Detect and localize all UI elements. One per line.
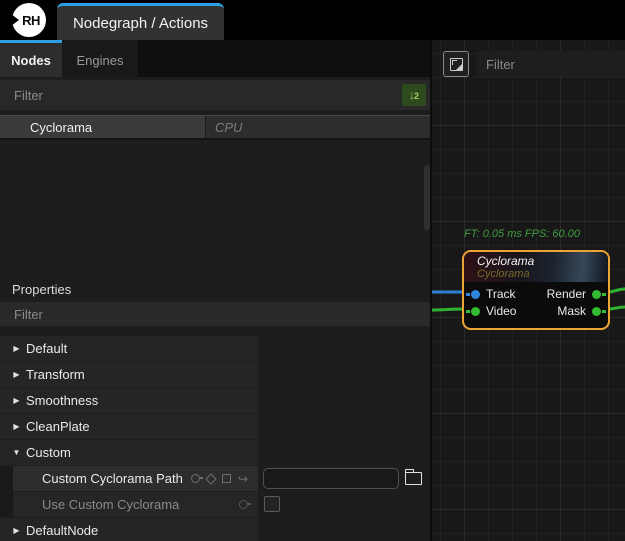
group-label: Custom xyxy=(26,445,71,460)
titlebar: RH Nodegraph / Actions xyxy=(0,0,625,40)
chevron-right-icon[interactable]: ▶ xyxy=(7,526,26,535)
group-value-cell xyxy=(258,518,430,541)
port-label: Render xyxy=(547,287,586,301)
port-label: Mask xyxy=(557,304,586,318)
sort-button[interactable]: ↓ 2 xyxy=(402,84,426,106)
use-custom-cyclorama-checkbox[interactable] xyxy=(264,496,280,512)
properties-filter-input[interactable] xyxy=(0,302,430,326)
fit-view-button[interactable] xyxy=(443,51,469,77)
chevron-right-icon[interactable]: ▶ xyxy=(7,370,26,379)
tab-engines-label: Engines xyxy=(77,53,124,68)
app-logo[interactable]: RH xyxy=(12,3,46,37)
properties-filter-row xyxy=(0,302,430,326)
wire-mask-output[interactable] xyxy=(608,307,625,309)
group-label: Smoothness xyxy=(26,393,98,408)
port-dot-mask[interactable] xyxy=(592,307,601,316)
group-value-cell xyxy=(258,336,430,361)
group-label: Transform xyxy=(26,367,85,382)
frame-stats-text: FT: 0.05 ms FPS: 60.00 xyxy=(464,228,580,240)
diamond-icon xyxy=(205,473,216,484)
canvas-filter-input[interactable] xyxy=(476,51,625,77)
node-name: Cyclorama xyxy=(30,120,92,135)
nodegraph-canvas[interactable]: FT: 0.05 ms FPS: 60.00 Cyclorama Cyclora… xyxy=(432,40,625,541)
group-row-cleanplate[interactable]: ▶ CleanPlate xyxy=(0,414,430,439)
group-label: CleanPlate xyxy=(26,419,90,434)
node-engine-cell: CPU xyxy=(205,116,430,138)
chevron-down-icon[interactable]: ▼ xyxy=(7,448,26,457)
logo-arrow-icon xyxy=(11,14,19,26)
property-label: Custom Cyclorama Path xyxy=(42,471,183,486)
panel-tab-strip: Nodes Engines xyxy=(0,40,430,77)
wire-render-output[interactable] xyxy=(608,289,625,292)
node-list-row-cyclorama[interactable]: Cyclorama CPU xyxy=(0,115,430,140)
logo-text: RH xyxy=(22,13,40,28)
port-dot-track[interactable] xyxy=(471,290,480,299)
property-label: Use Custom Cyclorama xyxy=(42,497,179,512)
port-render[interactable]: Render xyxy=(547,287,601,301)
group-value-cell xyxy=(258,362,430,387)
custom-cyclorama-path-input[interactable] xyxy=(263,468,399,489)
property-row-use-custom-cyclorama[interactable]: Use Custom Cyclorama xyxy=(0,492,430,517)
port-video[interactable]: Video xyxy=(471,304,516,318)
left-panel: Nodes Engines ↓ 2 Cyclorama CPU Properti… xyxy=(0,40,430,541)
port-dot-render[interactable] xyxy=(592,290,601,299)
node-title: Cyclorama xyxy=(477,255,608,268)
tree-indent xyxy=(0,492,13,517)
square-icon xyxy=(222,474,231,483)
folder-browse-icon[interactable] xyxy=(405,472,422,485)
redo-arrow-icon: ↪ xyxy=(238,473,248,485)
tab-engines[interactable]: Engines xyxy=(62,40,138,77)
tab-nodes-label: Nodes xyxy=(11,53,51,68)
port-label: Video xyxy=(486,304,516,318)
group-row-transform[interactable]: ▶ Transform xyxy=(0,362,430,387)
node-engine: CPU xyxy=(215,120,242,135)
node-ports: Track Render Video Mask xyxy=(464,282,608,319)
node-header[interactable]: Cyclorama Cyclorama xyxy=(464,252,608,282)
group-row-smoothness[interactable]: ▶ Smoothness xyxy=(0,388,430,413)
port-circle-icon xyxy=(191,474,200,483)
port-track[interactable]: Track xyxy=(471,287,516,301)
group-row-defaultnode[interactable]: ▶ DefaultNode xyxy=(0,518,430,541)
properties-title: Properties xyxy=(12,282,71,297)
port-dot-video[interactable] xyxy=(471,307,480,316)
nodes-filter-row: ↓ 2 xyxy=(0,80,430,110)
app-window: RH Nodegraph / Actions Nodes Engines ↓ 2… xyxy=(0,0,625,541)
port-label: Track xyxy=(486,287,516,301)
fit-view-icon xyxy=(450,58,463,71)
port-circle-icon xyxy=(239,500,248,509)
group-row-custom[interactable]: ▼ Custom xyxy=(0,440,430,465)
main-tab-label: Nodegraph / Actions xyxy=(73,15,208,32)
node-name-cell: Cyclorama xyxy=(0,116,205,138)
sort-numeric-icon: 2 xyxy=(414,92,419,101)
property-type-icons: ↪ xyxy=(191,473,248,485)
group-label: DefaultNode xyxy=(26,523,98,538)
canvas-filter-row xyxy=(476,51,625,77)
property-type-icons xyxy=(239,500,248,509)
tab-nodegraph-actions[interactable]: Nodegraph / Actions xyxy=(57,3,224,40)
node-subtitle: Cyclorama xyxy=(477,268,608,280)
tab-nodes[interactable]: Nodes xyxy=(0,40,62,77)
port-mask[interactable]: Mask xyxy=(557,304,601,318)
chevron-right-icon[interactable]: ▶ xyxy=(7,396,26,405)
nodes-filter-input[interactable] xyxy=(0,80,430,110)
property-row-custom-cyclorama-path[interactable]: Custom Cyclorama Path ↪ xyxy=(0,466,430,491)
tree-indent xyxy=(0,466,13,491)
group-value-cell xyxy=(258,440,430,465)
cyclorama-node[interactable]: Cyclorama Cyclorama Track Render xyxy=(462,250,610,330)
group-value-cell xyxy=(258,388,430,413)
group-label: Default xyxy=(26,341,67,356)
group-value-cell xyxy=(258,414,430,439)
group-row-default[interactable]: ▶ Default xyxy=(0,336,430,361)
chevron-right-icon[interactable]: ▶ xyxy=(7,422,26,431)
properties-tree: ▶ Default ▶ Transform ▶ Smoothness ▶ Cle… xyxy=(0,336,430,541)
wire-video-input[interactable] xyxy=(432,309,464,310)
chevron-right-icon[interactable]: ▶ xyxy=(7,344,26,353)
